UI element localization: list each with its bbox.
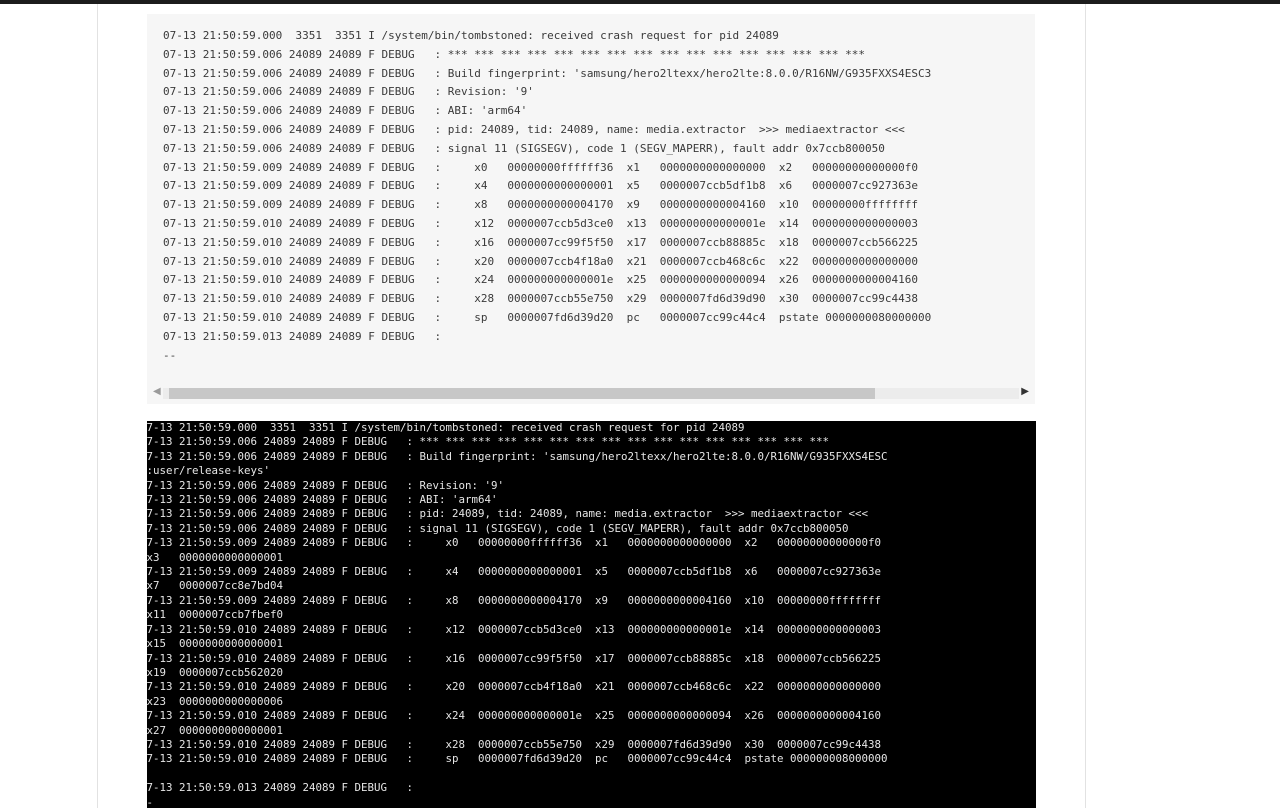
terminal-line: 07-13 21:50:59.009 24089 24089 F DEBUG :… [147, 565, 882, 579]
code-line: 07-13 21:50:59.000 3351 3351 I /system/b… [163, 29, 779, 42]
terminal-line: 07-13 21:50:59.010 24089 24089 F DEBUG :… [147, 709, 882, 723]
terminal-line: 07-13 21:50:59.006 24089 24089 F DEBUG :… [147, 521, 849, 535]
code-line: 07-13 21:50:59.010 24089 24089 F DEBUG :… [163, 254, 918, 268]
code-line: 07-13 21:50:59.010 24089 24089 F DEBUG :… [163, 235, 918, 249]
terminal-line: 07-13 21:50:59.009 24089 24089 F DEBUG :… [147, 593, 882, 607]
code-line: 07-13 21:50:59.013 24089 24089 F DEBUG : [163, 329, 442, 343]
scrollbar-thumb[interactable] [169, 388, 875, 399]
terminal-line: x27 0000000000000001 [147, 723, 284, 737]
terminal-line: 07-13 21:50:59.006 24089 24089 F DEBUG :… [147, 507, 869, 521]
terminal-line: 07-13 21:50:59.010 24089 24089 F DEBUG :… [147, 752, 888, 766]
code-line: 07-13 21:50:59.009 24089 24089 F DEBUG :… [163, 198, 918, 212]
terminal-screenshot: 07-13 21:50:59.000 3351 3351 I /system/b… [147, 421, 1036, 808]
terminal-text: 07-13 21:50:59.000 3351 3351 I /system/b… [147, 421, 888, 808]
terminal-line: 07-13 21:50:59.006 24089 24089 F DEBUG :… [147, 449, 888, 463]
terminal-line: x23 0000000000000006 [147, 694, 284, 708]
horizontal-scrollbar[interactable]: ◀ ▶ [147, 382, 1035, 404]
code-line: 07-13 21:50:59.006 24089 24089 F DEBUG :… [163, 66, 932, 80]
terminal-line: 07-13 21:50:59.010 24089 24089 F DEBUG :… [147, 680, 882, 694]
terminal-line: x3 0000000000000001 [147, 550, 284, 564]
code-line: 07-13 21:50:59.006 24089 24089 F DEBUG :… [163, 47, 865, 61]
code-line: 07-13 21:50:59.010 24089 24089 F DEBUG :… [163, 310, 932, 324]
terminal-line: 07-13 21:50:59.009 24089 24089 F DEBUG :… [147, 536, 882, 550]
code-line: 07-13 21:50:59.006 24089 24089 F DEBUG :… [163, 141, 885, 155]
code-line: 07-13 21:50:59.010 24089 24089 F DEBUG :… [163, 273, 918, 287]
code-line: 07-13 21:50:59.009 24089 24089 F DEBUG :… [163, 179, 918, 193]
code-block-text: 07-13 21:50:59.000 3351 3351 I /system/b… [163, 27, 931, 365]
terminal-line: 07-13 21:50:59.000 3351 3351 I /system/b… [147, 421, 745, 434]
terminal-line: 3:user/release-keys' [147, 464, 271, 478]
code-line: 07-13 21:50:59.006 24089 24089 F DEBUG :… [163, 85, 534, 99]
terminal-line: 07-13 21:50:59.010 24089 24089 F DEBUG :… [147, 651, 882, 665]
code-line: 07-13 21:50:59.006 24089 24089 F DEBUG :… [163, 104, 528, 118]
code-line: 07-13 21:50:59.009 24089 24089 F DEBUG :… [163, 160, 918, 174]
terminal-line: x19 0000007ccb562020 [147, 665, 284, 679]
terminal-line: x7 0000007cc8e7bd04 [147, 579, 284, 593]
code-line: -- [163, 348, 177, 362]
terminal-line: 07-13 21:50:59.010 24089 24089 F DEBUG :… [147, 737, 882, 751]
terminal-line: x15 0000000000000001 [147, 637, 284, 651]
scroll-left-icon[interactable]: ◀ [153, 386, 161, 397]
code-line: 07-13 21:50:59.010 24089 24089 F DEBUG :… [163, 292, 918, 306]
terminal-line: 07-13 21:50:59.010 24089 24089 F DEBUG :… [147, 622, 882, 636]
terminal-line: 07-13 21:50:59.006 24089 24089 F DEBUG :… [147, 478, 505, 492]
code-line: 07-13 21:50:59.010 24089 24089 F DEBUG :… [163, 216, 918, 230]
code-line: 07-13 21:50:59.006 24089 24089 F DEBUG :… [163, 122, 905, 136]
terminal-line: x11 0000007ccb7fbef0 [147, 608, 284, 622]
terminal-line: 07-13 21:50:59.013 24089 24089 F DEBUG : [147, 781, 414, 795]
terminal-line: 07-13 21:50:59.006 24089 24089 F DEBUG :… [147, 435, 830, 449]
terminal-line: 07-13 21:50:59.006 24089 24089 F DEBUG :… [147, 493, 498, 507]
code-block: 07-13 21:50:59.000 3351 3351 I /system/b… [147, 14, 1035, 404]
scroll-right-icon[interactable]: ▶ [1021, 386, 1029, 397]
terminal-line: -- [147, 795, 154, 808]
